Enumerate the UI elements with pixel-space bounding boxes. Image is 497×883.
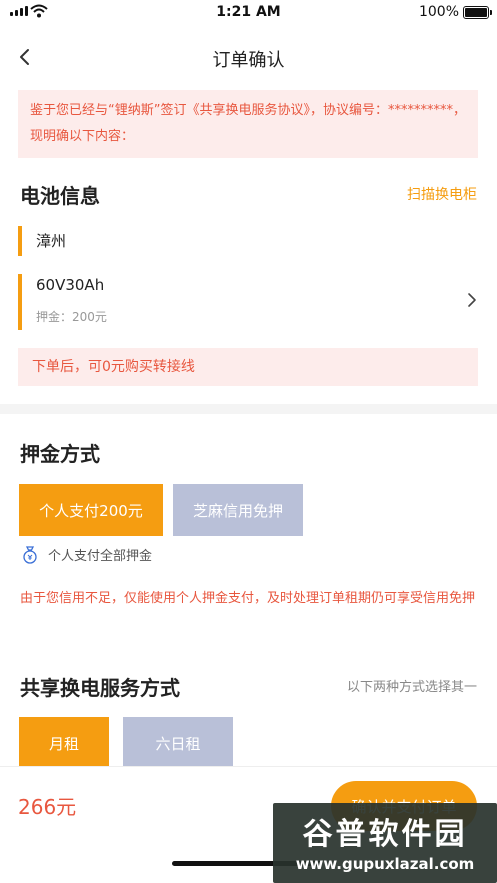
watermark: 谷普软件园 www.gupuxlazal.com xyxy=(273,803,497,883)
chevron-right-icon xyxy=(468,293,476,307)
battery-info-title: 电池信息 xyxy=(20,184,100,208)
section-divider xyxy=(0,404,497,414)
battery-deposit: 押金：200元 xyxy=(36,310,107,324)
total-price: 266元 xyxy=(18,795,77,819)
battery-model: 60V30Ah xyxy=(36,276,105,294)
deposit-option-personal[interactable]: 个人支付200元 xyxy=(19,484,163,536)
watermark-url: www.gupuxlazal.com xyxy=(295,855,475,873)
service-method-note: 以下两种方式选择其一 xyxy=(346,680,477,695)
battery-icon xyxy=(463,6,492,19)
deposit-hint-text: 个人支付全部押金 xyxy=(48,549,153,564)
service-method-title: 共享换电服务方式 xyxy=(20,676,180,700)
watermark-title: 谷普软件园 xyxy=(302,817,468,852)
deposit-method-title: 押金方式 xyxy=(20,442,100,466)
credit-warning: 由于您信用不足，仅能使用个人押金支付，及时处理订单租期仍可享受信用免押 xyxy=(20,591,476,606)
battery-percent: 100% xyxy=(418,4,459,20)
battery-model-item[interactable]: 60V30Ah 押金：200元 xyxy=(18,274,478,330)
page-title: 订单确认 xyxy=(212,50,285,71)
scan-cabinet-link[interactable]: 扫描换电柜 xyxy=(407,184,477,204)
deposit-option-sesame[interactable]: 芝麻信用免押 xyxy=(173,484,303,536)
service-option-six-day[interactable]: 六日租 xyxy=(123,717,233,769)
service-option-monthly[interactable]: 月租 xyxy=(19,717,109,769)
nav-bar: 订单确认 xyxy=(0,38,497,78)
adapter-tip: 下单后，可0元购买转接线 xyxy=(18,348,478,386)
money-bag-icon xyxy=(23,545,37,564)
city-item: 漳州 xyxy=(18,226,66,256)
deposit-hint: 个人支付全部押金 xyxy=(22,545,152,564)
status-bar: 1:21 AM 100% xyxy=(0,0,497,26)
agreement-notice: 鉴于您已经与“锂纳斯”签订《共享换电服务协议》，协议编号：**********，… xyxy=(18,90,478,158)
